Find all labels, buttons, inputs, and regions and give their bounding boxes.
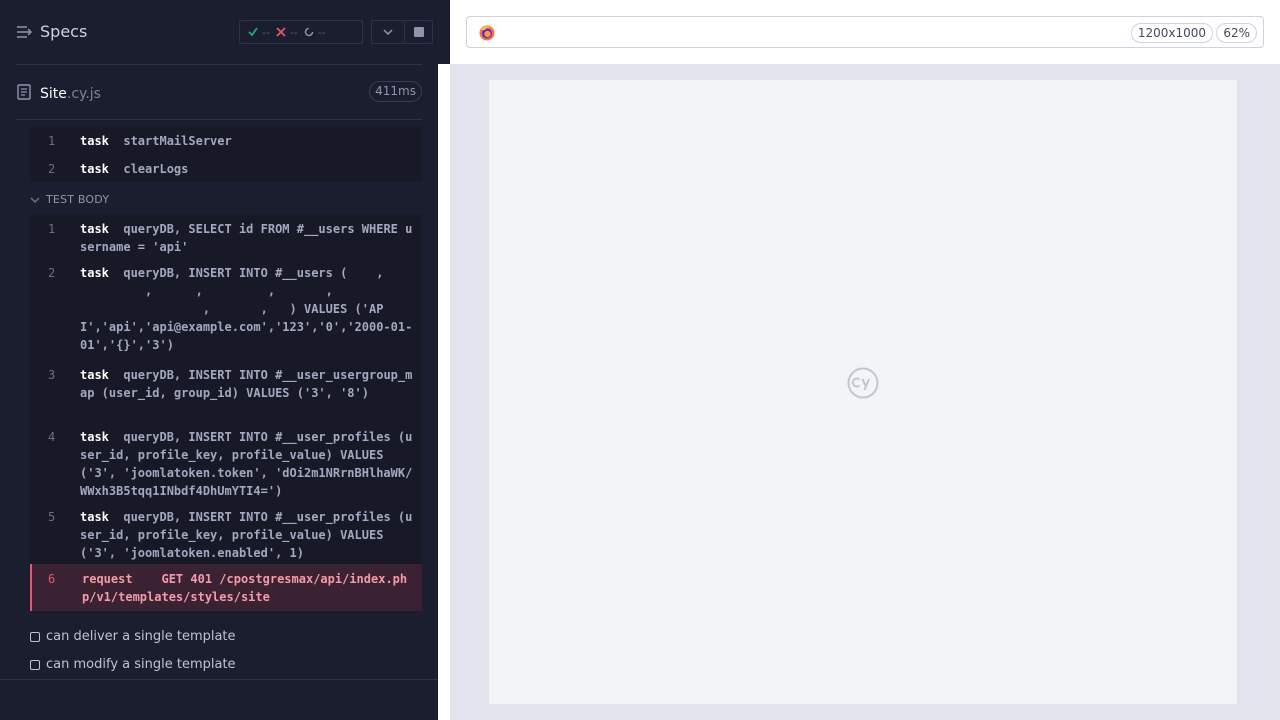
command-number: 6	[48, 572, 56, 586]
command-number: 5	[48, 510, 56, 524]
test-item[interactable]: can modify a single template	[30, 657, 236, 672]
command-message: clearLogs	[123, 162, 189, 176]
reporter-header: Specs -- -- --	[0, 0, 450, 64]
app-viewport	[489, 80, 1237, 704]
chevron-down-icon	[30, 196, 40, 203]
x-icon	[276, 27, 286, 37]
stop-button[interactable]	[404, 20, 433, 44]
divider	[16, 119, 422, 120]
test-body-toggle[interactable]: TEST BODY	[30, 193, 109, 206]
command-message: queryDB, INSERT INTO #__users ( , , , , …	[80, 266, 413, 352]
document-icon	[17, 84, 31, 100]
command-row[interactable]: 2 task queryDB, INSERT INTO #__users ( ,…	[30, 258, 422, 360]
menu-icon	[17, 25, 32, 38]
firefox-icon	[479, 25, 495, 41]
command-number: 4	[48, 430, 56, 444]
url-bar[interactable]: 1200x1000 62%	[466, 16, 1264, 48]
test-title: can modify a single template	[46, 657, 236, 672]
command-number: 1	[48, 222, 56, 236]
check-icon	[248, 27, 258, 37]
pending-test-icon	[30, 631, 40, 642]
run-stats: -- -- --	[239, 20, 363, 44]
reporter-panel: Specs -- -- -- Site.cy.js 411ms 1 task s…	[0, 0, 450, 720]
passed-stat: --	[248, 26, 270, 39]
command-message: queryDB, INSERT INTO #__user_profiles (u…	[80, 430, 413, 498]
passed-count: --	[262, 25, 270, 39]
command-message: queryDB, SELECT id FROM #__users WHERE u…	[80, 222, 413, 254]
before-each-log: 1 task startMailServer 2 task clearLogs	[30, 126, 422, 182]
browser-header: 1200x1000 62%	[450, 0, 1280, 64]
collapse-button[interactable]	[371, 20, 405, 44]
divider	[16, 64, 422, 65]
command-name: task	[80, 134, 109, 148]
page-title: Specs	[40, 22, 88, 41]
pending-test-icon	[30, 659, 40, 670]
specs-nav-button[interactable]: Specs	[16, 22, 87, 41]
duration-badge: 411ms	[369, 81, 422, 102]
viewport-size-badge: 1200x1000	[1130, 23, 1213, 43]
zoom-badge: 62%	[1216, 23, 1257, 43]
command-number: 2	[48, 162, 56, 176]
pending-count: --	[317, 25, 326, 39]
command-name: task	[80, 162, 109, 176]
chevron-down-icon	[383, 29, 393, 35]
spec-file-name: Site	[40, 85, 67, 102]
command-row[interactable]: 3 task queryDB, INSERT INTO #__user_user…	[30, 360, 422, 422]
command-message: queryDB, INSERT INTO #__user_usergroup_m…	[80, 368, 413, 400]
command-name: task	[80, 430, 109, 444]
command-row[interactable]: 5 task queryDB, INSERT INTO #__user_prof…	[30, 502, 422, 564]
spec-file-header: Site.cy.js	[16, 80, 422, 104]
command-message: startMailServer	[123, 134, 232, 148]
command-name: task	[80, 266, 109, 280]
command-name: task	[80, 368, 109, 382]
test-item[interactable]: can deliver a single template	[30, 629, 236, 644]
test-body-log: 1 task queryDB, SELECT id FROM #__users …	[30, 214, 422, 611]
cypress-logo-icon	[847, 367, 879, 399]
command-number: 2	[48, 266, 56, 280]
command-name: task	[80, 510, 109, 524]
stop-icon	[413, 27, 424, 37]
spec-file-ext: .cy.js	[66, 85, 101, 102]
failed-count: --	[289, 25, 298, 39]
failed-command-row[interactable]: 6 request GET 401 /cpostgresmax/api/inde…	[30, 564, 422, 611]
command-row[interactable]: 1 task queryDB, SELECT id FROM #__users …	[30, 214, 422, 258]
panel-resizer[interactable]	[438, 64, 450, 720]
command-row[interactable]: 2 task clearLogs	[30, 154, 422, 182]
pending-stat: --	[304, 26, 326, 39]
aut-panel: 1200x1000 62%	[450, 0, 1280, 720]
command-name: request	[82, 572, 133, 586]
command-row[interactable]: 1 task startMailServer	[30, 126, 422, 154]
command-number: 3	[48, 368, 56, 382]
command-row[interactable]: 4 task queryDB, INSERT INTO #__user_prof…	[30, 422, 422, 502]
divider	[0, 679, 438, 680]
spinner-icon	[304, 27, 314, 37]
failed-stat: --	[276, 26, 298, 39]
command-number: 1	[48, 134, 56, 148]
test-title: can deliver a single template	[46, 629, 236, 644]
command-message: queryDB, INSERT INTO #__user_profiles (u…	[80, 510, 413, 560]
section-label: TEST BODY	[46, 193, 110, 206]
command-name: task	[80, 222, 109, 236]
